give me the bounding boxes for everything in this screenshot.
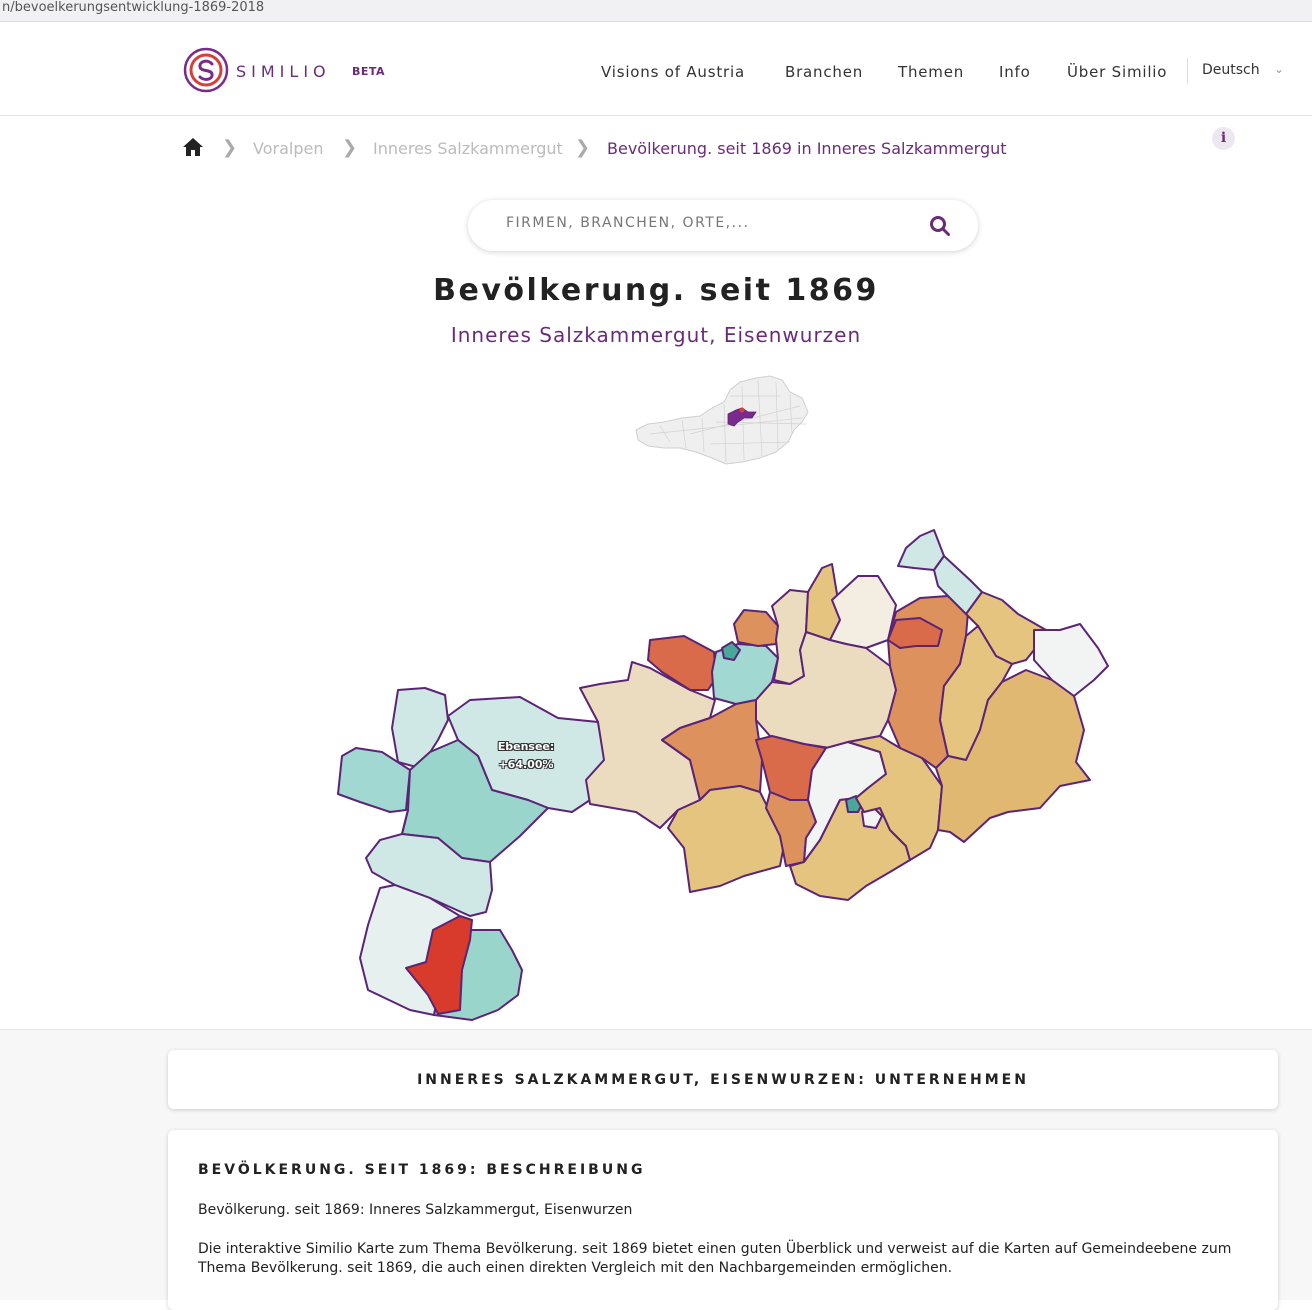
map-region xyxy=(733,609,779,647)
nav-themen[interactable]: Themen xyxy=(898,63,964,81)
nav-visions-of-austria[interactable]: Visions of Austria xyxy=(601,63,745,81)
site-header: SIMILIO BETA Visions of Austria Branchen… xyxy=(0,26,1312,116)
description-paragraph: Die interaktive Similio Karte zum Thema … xyxy=(198,1241,1232,1276)
info-button[interactable]: i xyxy=(1212,127,1235,150)
search-icon[interactable] xyxy=(929,215,951,237)
search-box xyxy=(468,200,978,251)
nav-branchen[interactable]: Branchen xyxy=(785,63,863,81)
language-select[interactable]: Deutsch xyxy=(1202,62,1260,78)
nav-ueber-similio[interactable]: Über Similio xyxy=(1067,63,1167,81)
tooltip-value: +64.00% xyxy=(498,758,554,771)
map-region xyxy=(829,575,897,649)
description-title: BEVÖLKERUNG. SEIT 1869: BESCHREIBUNG xyxy=(198,1162,646,1178)
austria-overview-minimap[interactable] xyxy=(630,372,812,466)
page-subtitle: Inneres Salzkammergut, Eisenwurzen xyxy=(450,323,862,347)
chevron-right-icon: ❯ xyxy=(342,137,358,158)
breadcrumb-voralpen[interactable]: Voralpen xyxy=(253,139,323,158)
logo-wordmark[interactable]: SIMILIO xyxy=(236,62,331,81)
tooltip-name: Ebensee: xyxy=(497,740,555,753)
browser-url-bar[interactable]: n/bevoelkerungsentwicklung-1869-2018 xyxy=(0,0,1312,22)
companies-card-title[interactable]: INNERES SALZKAMMERGUT, EISENWURZEN: UNTE… xyxy=(168,1072,1278,1088)
map-tooltip: Ebensee: +64.00% xyxy=(484,738,568,774)
page-title: Bevölkerung. seit 1869 xyxy=(433,273,879,308)
chevron-right-icon: ❯ xyxy=(575,137,591,158)
description-line: Bevölkerung. seit 1869: Inneres Salzkamm… xyxy=(198,1202,633,1218)
chevron-down-icon[interactable]: ⌄ xyxy=(1274,62,1284,76)
similio-logo-icon[interactable] xyxy=(182,46,230,94)
companies-card[interactable]: INNERES SALZKAMMERGUT, EISENWURZEN: UNTE… xyxy=(168,1050,1278,1109)
nav-info[interactable]: Info xyxy=(999,63,1031,81)
beta-badge: BETA xyxy=(352,65,386,78)
breadcrumb-inneres-salzkammergut[interactable]: Inneres Salzkammergut xyxy=(373,139,563,158)
url-text: n/bevoelkerungsentwicklung-1869-2018 xyxy=(2,0,265,15)
home-icon[interactable] xyxy=(182,137,204,157)
description-card: BEVÖLKERUNG. SEIT 1869: BESCHREIBUNG Bev… xyxy=(168,1130,1278,1310)
nav-divider xyxy=(1187,58,1188,84)
breadcrumb-current-page: Bevölkerung. seit 1869 in Inneres Salzka… xyxy=(607,139,1007,158)
search-input[interactable] xyxy=(506,215,906,231)
chevron-right-icon: ❯ xyxy=(222,137,238,158)
population-change-choropleth-map[interactable] xyxy=(330,520,1120,1030)
